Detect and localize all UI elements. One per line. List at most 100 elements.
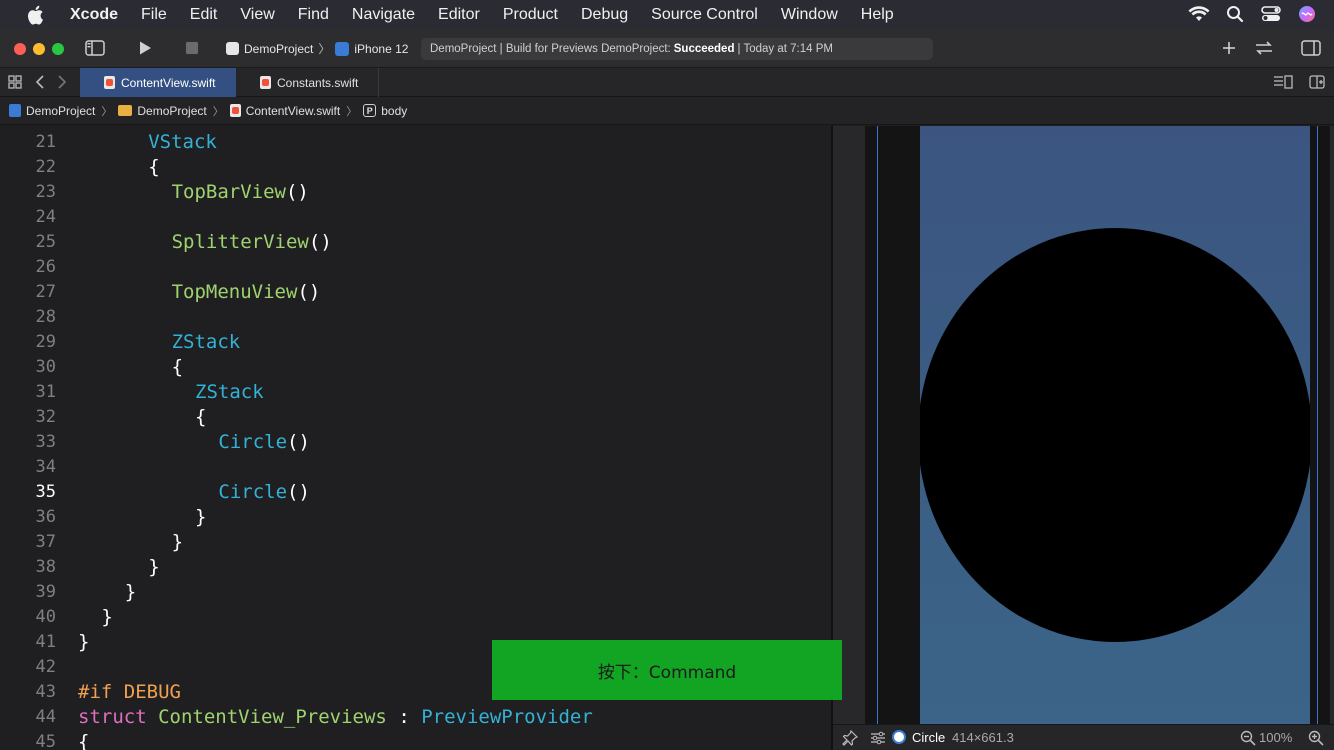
swift-file-icon [229, 104, 241, 117]
code-line[interactable]: 36} [0, 504, 831, 529]
code-line[interactable]: 29 ZStack [0, 329, 831, 354]
menu-source-control[interactable]: Source Control [651, 6, 758, 24]
breadcrumb-label: DemoProject [137, 103, 207, 118]
code-line[interactable]: 31 ZStack [0, 379, 831, 404]
code-token: } [101, 605, 113, 628]
line-number: 38 [35, 556, 56, 577]
menu-editor[interactable]: Editor [438, 6, 480, 24]
code-line[interactable]: 25 SplitterView() [0, 229, 831, 254]
tab-contentview-swift[interactable]: ContentView.swift [80, 68, 236, 97]
code-token: { [195, 405, 207, 428]
stop-button-icon[interactable] [181, 38, 203, 58]
code-text: Circle() [218, 481, 310, 503]
status-area [1188, 4, 1318, 24]
zoom-in-icon[interactable] [1307, 730, 1325, 746]
sliders-icon[interactable] [869, 730, 887, 746]
breadcrumb-folder[interactable]: DemoProject [118, 103, 207, 118]
code-line[interactable]: 22 { [0, 154, 831, 179]
code-line[interactable]: 35 Circle() [0, 479, 831, 504]
code-line[interactable]: 27 TopMenuView() [0, 279, 831, 304]
chevron-right-icon: 〉 [212, 105, 224, 118]
code-line[interactable]: 40} [0, 604, 831, 629]
menu-navigate[interactable]: Navigate [352, 6, 415, 24]
siri-icon[interactable] [1296, 4, 1318, 24]
code-token: () [287, 480, 310, 503]
search-icon[interactable] [1224, 4, 1246, 24]
zoom-window-button[interactable] [52, 43, 64, 55]
tab-constants-swift[interactable]: Constants.swift [236, 68, 379, 97]
code-line[interactable]: 37} [0, 529, 831, 554]
code-line[interactable]: 23 TopBarView() [0, 179, 831, 204]
code-line[interactable]: 38} [0, 554, 831, 579]
activity-status-bar: DemoProject | Build for Previews DemoPro… [421, 38, 933, 60]
code-text: } [101, 606, 112, 628]
code-review-icon[interactable] [1253, 38, 1275, 58]
code-line[interactable]: 34 [0, 454, 831, 479]
code-line[interactable]: 33 Circle() [0, 429, 831, 454]
line-number: 21 [35, 131, 56, 152]
breadcrumb-symbol[interactable]: P body [363, 104, 407, 118]
close-window-button[interactable] [14, 43, 26, 55]
code-line[interactable]: 45 { [0, 729, 831, 750]
line-number: 35 [35, 481, 56, 502]
inspector-toggle-icon[interactable] [1300, 38, 1322, 58]
status-prefix: DemoProject | Build for Previews DemoPro… [430, 43, 671, 55]
code-token: TopBarView [171, 180, 286, 203]
breadcrumb-project[interactable]: DemoProject [9, 104, 95, 118]
code-line[interactable]: 30 { [0, 354, 831, 379]
editor-options-icon[interactable] [1272, 72, 1294, 92]
forward-chevron-icon[interactable] [51, 72, 73, 92]
code-line[interactable]: 21 VStack [0, 129, 831, 154]
scheme-selector[interactable]: DemoProject 〉 iPhone 12 [226, 40, 408, 57]
control-center-icon[interactable] [1260, 4, 1282, 24]
code-line[interactable]: 39} [0, 579, 831, 604]
line-number: 37 [35, 531, 56, 552]
minimize-window-button[interactable] [33, 43, 45, 55]
code-line[interactable]: 28 [0, 304, 831, 329]
code-line[interactable]: 32 { [0, 404, 831, 429]
code-token: Circle [218, 480, 288, 503]
tab-label: Constants.swift [277, 75, 359, 90]
wifi-icon[interactable] [1188, 4, 1210, 24]
preview-circle[interactable] [920, 228, 1310, 642]
device-name: iPhone 12 [354, 41, 409, 56]
code-line[interactable]: 44 struct ContentView_Previews : PreviewP… [0, 704, 831, 729]
code-token: } [171, 530, 184, 553]
add-library-icon[interactable] [1218, 38, 1240, 58]
zoom-out-icon[interactable] [1239, 730, 1257, 746]
split-editor-icon[interactable] [1306, 72, 1328, 92]
menu-help[interactable]: Help [861, 6, 894, 24]
preview-canvas[interactable] [833, 126, 1334, 724]
menu-find[interactable]: Find [298, 6, 329, 24]
app-scheme-icon [226, 42, 239, 55]
menu-product[interactable]: Product [503, 6, 558, 24]
menu-file[interactable]: File [141, 6, 167, 24]
grid-icon[interactable] [4, 72, 26, 92]
code-line[interactable]: 26 [0, 254, 831, 279]
line-number: 41 [35, 631, 56, 652]
code-text: } [148, 556, 159, 578]
menu-edit[interactable]: Edit [190, 6, 218, 24]
code-line[interactable]: 24 [0, 204, 831, 229]
back-chevron-icon[interactable] [29, 72, 51, 92]
apple-menu-icon[interactable] [26, 5, 44, 25]
code-token: PreviewProvider [421, 705, 593, 728]
preview-screen[interactable] [920, 126, 1310, 724]
line-number: 30 [35, 356, 56, 377]
menu-debug[interactable]: Debug [581, 6, 628, 24]
zoom-level[interactable]: 100% [1259, 730, 1292, 745]
navigator-toggle-icon[interactable] [84, 38, 106, 58]
device-frame [865, 126, 1330, 724]
menu-app-name[interactable]: Xcode [70, 6, 118, 24]
breadcrumb-label: ContentView.swift [245, 103, 341, 118]
device-edge-line [1317, 126, 1318, 724]
pin-icon[interactable] [841, 730, 859, 746]
menu-window[interactable]: Window [781, 6, 838, 24]
status-suffix: | Today at 7:14 PM [737, 43, 833, 55]
breadcrumb-file[interactable]: ContentView.swift [229, 103, 341, 118]
menu-view[interactable]: View [240, 6, 274, 24]
code-token: struct [78, 705, 147, 728]
code-token: () [297, 280, 321, 303]
run-button-icon[interactable] [134, 38, 156, 58]
code-token: } [148, 555, 160, 578]
